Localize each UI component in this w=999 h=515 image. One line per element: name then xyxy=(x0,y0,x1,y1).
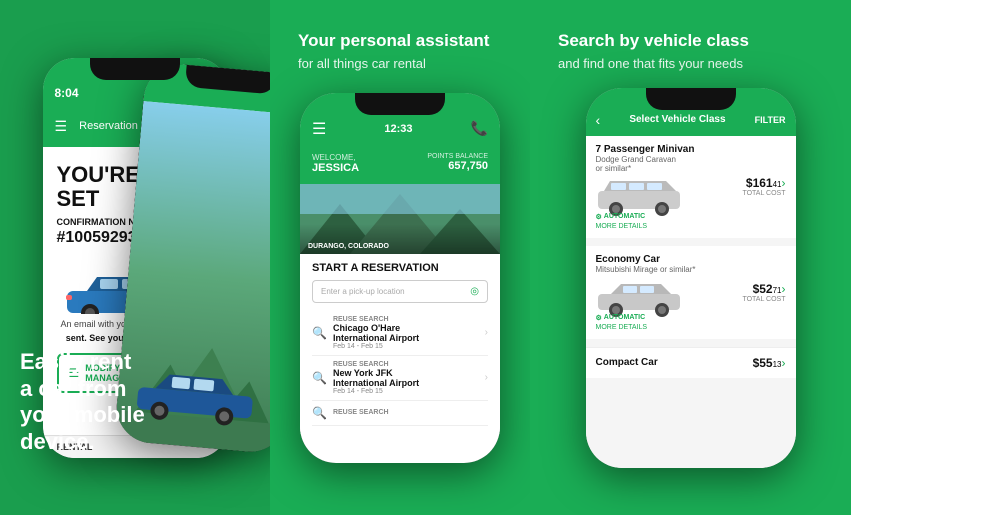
phone-3-notch xyxy=(355,93,445,115)
panel-3-title: Your personal assistant xyxy=(298,30,502,52)
reuse-label-3: REUSE SEARCH xyxy=(333,409,488,416)
points-label: POINTS BALANCE xyxy=(427,153,488,160)
economy-car-image xyxy=(596,274,686,319)
welcome-label: WELCOME, xyxy=(312,153,359,162)
vehicle-1-chevron-icon: › xyxy=(782,176,786,190)
airport-1-name: Chicago O'Hare xyxy=(333,323,479,333)
welcome-name: JESSICA xyxy=(312,162,359,174)
phone-3-wrapper: ☰ 12:33 📞 WELCOME, JESSICA POINTS BALANC… xyxy=(300,93,500,463)
vehicle-1-model2: or similar* xyxy=(596,164,731,173)
vehicle-3-price-sup: 13 xyxy=(773,360,782,369)
vehicle-1-price-sup: 41 xyxy=(773,180,782,189)
panel-3-subtitle: for all things car rental xyxy=(298,56,502,71)
reuse-search-2[interactable]: 🔍 REUSE SEARCH New York JFK Internationa… xyxy=(312,356,488,401)
vehicle-3-chevron-icon: › xyxy=(782,356,786,370)
reservation-section: START A RESERVATION Enter a pick-up loca… xyxy=(300,254,500,434)
search-icon-2: 🔍 xyxy=(312,371,327,385)
vehicle-2-model: Mitsubishi Mirage or similar* xyxy=(596,265,731,274)
search-icon-3: 🔍 xyxy=(312,406,327,420)
minivan-image xyxy=(596,173,686,218)
vehicle-1-price-label: TOTAL COST xyxy=(731,190,786,197)
filter-button[interactable]: FILTER xyxy=(755,115,786,125)
pickup-input[interactable]: Enter a pick-up location ◎ xyxy=(312,280,488,303)
vehicle-class-header-title: Select Vehicle Class xyxy=(629,114,725,125)
back-arrow-icon[interactable]: ‹ xyxy=(596,112,601,128)
reuse-label-1: REUSE SEARCH xyxy=(333,316,479,323)
destination-label: DURANGO, COLORADO xyxy=(308,243,389,250)
panel-4-title: Search by vehicle class xyxy=(558,30,823,52)
airport-2-name: New York JFK xyxy=(333,368,479,378)
phone-3-time: 12:33 xyxy=(384,123,412,135)
vehicle-1-price-box: $161 41 › TOTAL COST xyxy=(731,176,786,197)
airport-1-full: International Airport xyxy=(333,333,479,343)
vehicle-2-chevron-icon: › xyxy=(782,282,786,296)
phone-4-wrapper: ‹ Select Vehicle Class FILTER 7 Passenge… xyxy=(586,88,796,468)
airport-1-dates: Feb 14 - Feb 15 xyxy=(333,343,479,350)
reuse-search-1[interactable]: 🔍 REUSE SEARCH Chicago O'Hare Internatio… xyxy=(312,311,488,356)
vehicle-3-name: Compact Car xyxy=(596,357,731,368)
phone-time: 8:04 xyxy=(55,86,79,100)
hamburger-icon[interactable]: ☰ xyxy=(312,119,326,139)
reuse-label-2: REUSE SEARCH xyxy=(333,361,479,368)
vehicle-2-price-label: TOTAL COST xyxy=(731,296,786,303)
vehicle-1-price: $161 xyxy=(746,176,773,190)
panel-3-text: Your personal assistant for all things c… xyxy=(298,30,502,71)
vehicle-2-name: Economy Car xyxy=(596,254,731,265)
points-value: 657,750 xyxy=(427,160,488,172)
panel-4: Search by vehicle class and find one tha… xyxy=(530,0,851,515)
phone-assistant: ☰ 12:33 📞 WELCOME, JESSICA POINTS BALANC… xyxy=(300,93,500,463)
vehicle-2-price-box: $52 71 › TOTAL COST xyxy=(731,282,786,303)
start-reservation-title: START A RESERVATION xyxy=(312,262,488,274)
panel-4-subtitle: and find one that fits your needs xyxy=(558,56,823,71)
airport-2-dates: Feb 14 - Feb 15 xyxy=(333,388,479,395)
panel-1: 8:04 ▲● ☰ Reservation Confirmed ✕ YOU'RE… xyxy=(0,0,270,515)
airport-2-full: International Airport xyxy=(333,378,479,388)
destination-image: DURANGO, COLORADO xyxy=(300,184,500,254)
vehicle-card-minivan[interactable]: 7 Passenger Minivan Dodge Grand Caravan … xyxy=(586,136,796,238)
vehicle-card-compact[interactable]: Compact Car $55 13 › xyxy=(586,347,796,378)
vehicle-card-economy[interactable]: Economy Car Mitsubishi Mirage or similar… xyxy=(586,246,796,339)
vehicle-1-name: 7 Passenger Minivan xyxy=(596,144,731,155)
reuse-chevron-1: › xyxy=(485,327,488,338)
vehicle-2-price: $52 xyxy=(753,282,773,296)
panel-3: Your personal assistant for all things c… xyxy=(270,0,530,515)
welcome-section: WELCOME, JESSICA POINTS BALANCE 657,750 xyxy=(300,149,500,184)
phone-call-icon[interactable]: 📞 xyxy=(471,120,488,137)
vehicle-list: 7 Passenger Minivan Dodge Grand Caravan … xyxy=(586,136,796,468)
phone-notch xyxy=(90,58,180,80)
panel-4-text: Search by vehicle class and find one tha… xyxy=(558,30,823,71)
pickup-placeholder: Enter a pick-up location xyxy=(321,287,405,296)
vehicle-3-price-box: $55 13 › xyxy=(731,356,786,370)
overlay-headline: Easily rent a car from your mobile devic… xyxy=(20,349,260,455)
vehicle-1-more-details[interactable]: MORE DETAILS xyxy=(596,223,731,230)
reuse-search-3[interactable]: 🔍 REUSE SEARCH xyxy=(312,401,488,426)
phone-4-notch xyxy=(646,88,736,110)
gps-icon: ◎ xyxy=(470,286,479,297)
reuse-chevron-2: › xyxy=(485,372,488,383)
panel-1-overlay-text: Easily rent a car from your mobile devic… xyxy=(20,349,260,455)
vehicle-2-more-details[interactable]: MORE DETAILS xyxy=(596,324,731,331)
search-icon-1: 🔍 xyxy=(312,326,327,340)
vehicle-1-model: Dodge Grand Caravan xyxy=(596,155,731,164)
phone-vehicle-class: ‹ Select Vehicle Class FILTER 7 Passenge… xyxy=(586,88,796,468)
vehicle-2-price-sup: 71 xyxy=(773,286,782,295)
vehicle-3-price: $55 xyxy=(753,356,773,370)
